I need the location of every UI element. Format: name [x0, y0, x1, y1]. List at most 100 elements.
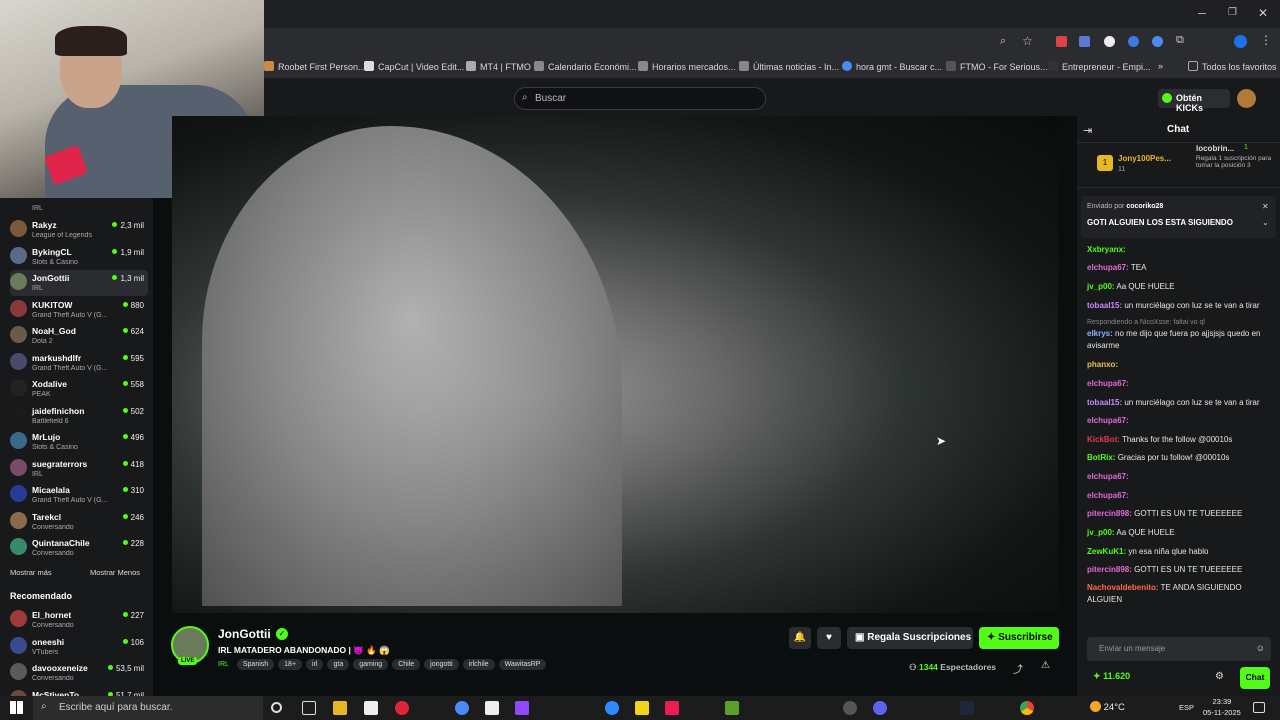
- extension-icon[interactable]: [1128, 36, 1139, 47]
- stream-tag[interactable]: Spanish: [236, 659, 275, 670]
- sidebar-channel[interactable]: Xodalive PEAK 558: [10, 376, 148, 402]
- extension-icon[interactable]: [1079, 36, 1090, 47]
- taskbar-search-input[interactable]: ⌕ Escribe aquí para buscar.: [33, 696, 263, 720]
- bookmark-item[interactable]: Últimas noticias - In...: [739, 61, 839, 72]
- bookmark-item[interactable]: hora gmt - Buscar c...: [842, 61, 942, 72]
- chat-username[interactable]: jv_p00:: [1087, 528, 1115, 537]
- collapse-chat-icon[interactable]: ⇥: [1083, 124, 1092, 137]
- channel-points[interactable]: ✦ 11.620: [1093, 671, 1130, 682]
- chat-username[interactable]: BotRix:: [1087, 453, 1115, 462]
- report-icon[interactable]: ⚠: [1041, 660, 1050, 671]
- send-chat-button[interactable]: Chat: [1240, 667, 1270, 689]
- sidebar-channel[interactable]: JonGottii IRL 1,3 mil: [10, 270, 148, 296]
- notification-icon[interactable]: [1253, 702, 1265, 713]
- chat-username[interactable]: phanxo:: [1087, 360, 1118, 369]
- sticky-notes-icon[interactable]: [635, 701, 649, 715]
- stream-tag[interactable]: gta: [327, 659, 350, 670]
- sidebar-channel[interactable]: davooxeneize Conversando 53,5 mil: [10, 660, 148, 686]
- sidebar-channel[interactable]: jaidefinichon Battlefield 6 502: [10, 403, 148, 429]
- minimize-icon[interactable]: ─: [1198, 8, 1206, 20]
- sidebar-channel[interactable]: BykingCL Slots & Casino 1,9 mil: [10, 244, 148, 270]
- tiktok-icon[interactable]: [665, 701, 679, 715]
- streamer-name[interactable]: JonGottii: [218, 627, 271, 641]
- zoom-icon[interactable]: [605, 701, 619, 715]
- chat-username[interactable]: elchupa67:: [1087, 416, 1129, 425]
- bookmark-item[interactable]: Calendario Económi...: [534, 61, 637, 72]
- chat-username[interactable]: KickBot:: [1087, 435, 1120, 444]
- chat-input[interactable]: Enviar un mensaje ☺: [1087, 637, 1271, 661]
- bookmark-item[interactable]: Entrepreneur - Empi...: [1048, 61, 1151, 72]
- extension-icon[interactable]: [1152, 36, 1163, 47]
- chat-username[interactable]: Nachovaldebenito:: [1087, 583, 1159, 592]
- zoom-icon[interactable]: ⌕: [1000, 35, 1006, 48]
- sidebar-channel[interactable]: Micaelala Grand Theft Auto V (G... 310: [10, 482, 148, 508]
- show-less-link[interactable]: Mostrar Menos: [90, 568, 140, 577]
- steam-icon[interactable]: [960, 701, 974, 715]
- stream-tag[interactable]: WawitasRP: [498, 659, 547, 670]
- get-kicks-button[interactable]: Obtén KICKs: [1158, 89, 1230, 113]
- sidebar-channel[interactable]: markushdlfr Grand Theft Auto V (G... 595: [10, 350, 148, 376]
- chat-username[interactable]: Xxbryanx:: [1087, 245, 1126, 254]
- document-icon[interactable]: [485, 701, 499, 715]
- user-avatar[interactable]: [1237, 89, 1256, 108]
- stream-tag[interactable]: gaming: [353, 659, 389, 670]
- settings-icon[interactable]: ⚙: [1215, 671, 1224, 682]
- clock[interactable]: 23:39 05-11-2025: [1203, 696, 1241, 718]
- weather-widget[interactable]: 24°C: [1090, 701, 1125, 713]
- sidebar-channel[interactable]: NoaH_God Dota 2 624: [10, 323, 148, 349]
- bookmark-star-icon[interactable]: ☆: [1022, 34, 1033, 48]
- chat-username[interactable]: elchupa67:: [1087, 263, 1129, 272]
- chat-username[interactable]: tobaal15:: [1087, 398, 1122, 407]
- twitch-icon[interactable]: [515, 701, 529, 715]
- chat-username[interactable]: elchupa67:: [1087, 472, 1129, 481]
- chat-username[interactable]: elchupa67:: [1087, 379, 1129, 388]
- chat-username[interactable]: elchupa67:: [1087, 491, 1129, 500]
- copilot-icon[interactable]: [455, 701, 469, 715]
- chat-username[interactable]: pitercin898:: [1087, 565, 1132, 574]
- sidebar-channel[interactable]: QuintanaChile Conversando 228: [10, 535, 148, 561]
- notepad-icon[interactable]: [364, 701, 378, 715]
- bookmark-item[interactable]: CapCut | Video Edit...: [364, 61, 464, 72]
- menu-dots-icon[interactable]: ⋮: [1260, 33, 1272, 47]
- sidebar-channel[interactable]: Tarekcl Conversando 246: [10, 509, 148, 535]
- minecraft-icon[interactable]: [725, 701, 739, 715]
- emoji-icon[interactable]: ☺: [1256, 643, 1265, 653]
- sidebar-channel[interactable]: Rakyz League of Legends 2,3 mil: [10, 217, 148, 243]
- chat-username[interactable]: jv_p00:: [1087, 282, 1115, 291]
- extension-icon[interactable]: [1056, 36, 1067, 47]
- stream-tag[interactable]: jongotti: [424, 659, 459, 670]
- bookmark-item[interactable]: MT4 | FTMO: [466, 61, 531, 72]
- stream-tag[interactable]: irlchile: [462, 659, 495, 670]
- opera-icon[interactable]: [395, 701, 409, 715]
- subscribe-button[interactable]: ✦ Suscribirse: [979, 627, 1059, 649]
- sidebar-channel[interactable]: MrLujo Slots & Casino 496: [10, 429, 148, 455]
- settings-icon[interactable]: [843, 701, 857, 715]
- chat-username[interactable]: pitercin898:: [1087, 509, 1132, 518]
- sidebar-channel[interactable]: KUKITOW Grand Theft Auto V (G... 880: [10, 297, 148, 323]
- stream-tag[interactable]: Chile: [392, 659, 421, 670]
- video-player[interactable]: ➤: [172, 116, 1058, 613]
- chat-username[interactable]: elkrys:: [1087, 329, 1113, 338]
- restore-icon[interactable]: ❐: [1228, 7, 1237, 18]
- share-icon[interactable]: ⤴: [1013, 661, 1023, 676]
- search-input[interactable]: ⌕ Buscar: [514, 87, 766, 110]
- language-indicator[interactable]: ESP: [1179, 703, 1194, 712]
- sidebar-channel[interactable]: suegraterrors IRL 418: [10, 456, 148, 482]
- stream-tag[interactable]: 18+: [278, 659, 303, 670]
- all-favorites[interactable]: Todos los favoritos: [1188, 61, 1277, 72]
- chevron-right-icon[interactable]: »: [1158, 61, 1163, 71]
- close-icon[interactable]: ✕: [1258, 6, 1268, 20]
- bookmark-item[interactable]: FTMO - For Serious...: [946, 61, 1048, 72]
- bookmark-item[interactable]: Horarios mercados...: [638, 61, 736, 72]
- gift-subs-button[interactable]: ▣ Regala Suscripciones: [847, 627, 973, 649]
- file-explorer-icon[interactable]: [333, 701, 347, 715]
- category-link[interactable]: IRL: [218, 661, 229, 668]
- follow-button[interactable]: ♥: [817, 627, 841, 649]
- chat-username[interactable]: ZewKuK1:: [1087, 547, 1126, 556]
- profile-avatar[interactable]: [1234, 35, 1247, 48]
- cortana-icon[interactable]: [271, 702, 282, 713]
- sidebar-channel[interactable]: oneeshi VTubers 106: [10, 634, 148, 660]
- task-view-icon[interactable]: [302, 701, 316, 715]
- sidebar-channel[interactable]: El_hornet Conversando 227: [10, 607, 148, 633]
- windows-start-icon[interactable]: [10, 701, 23, 714]
